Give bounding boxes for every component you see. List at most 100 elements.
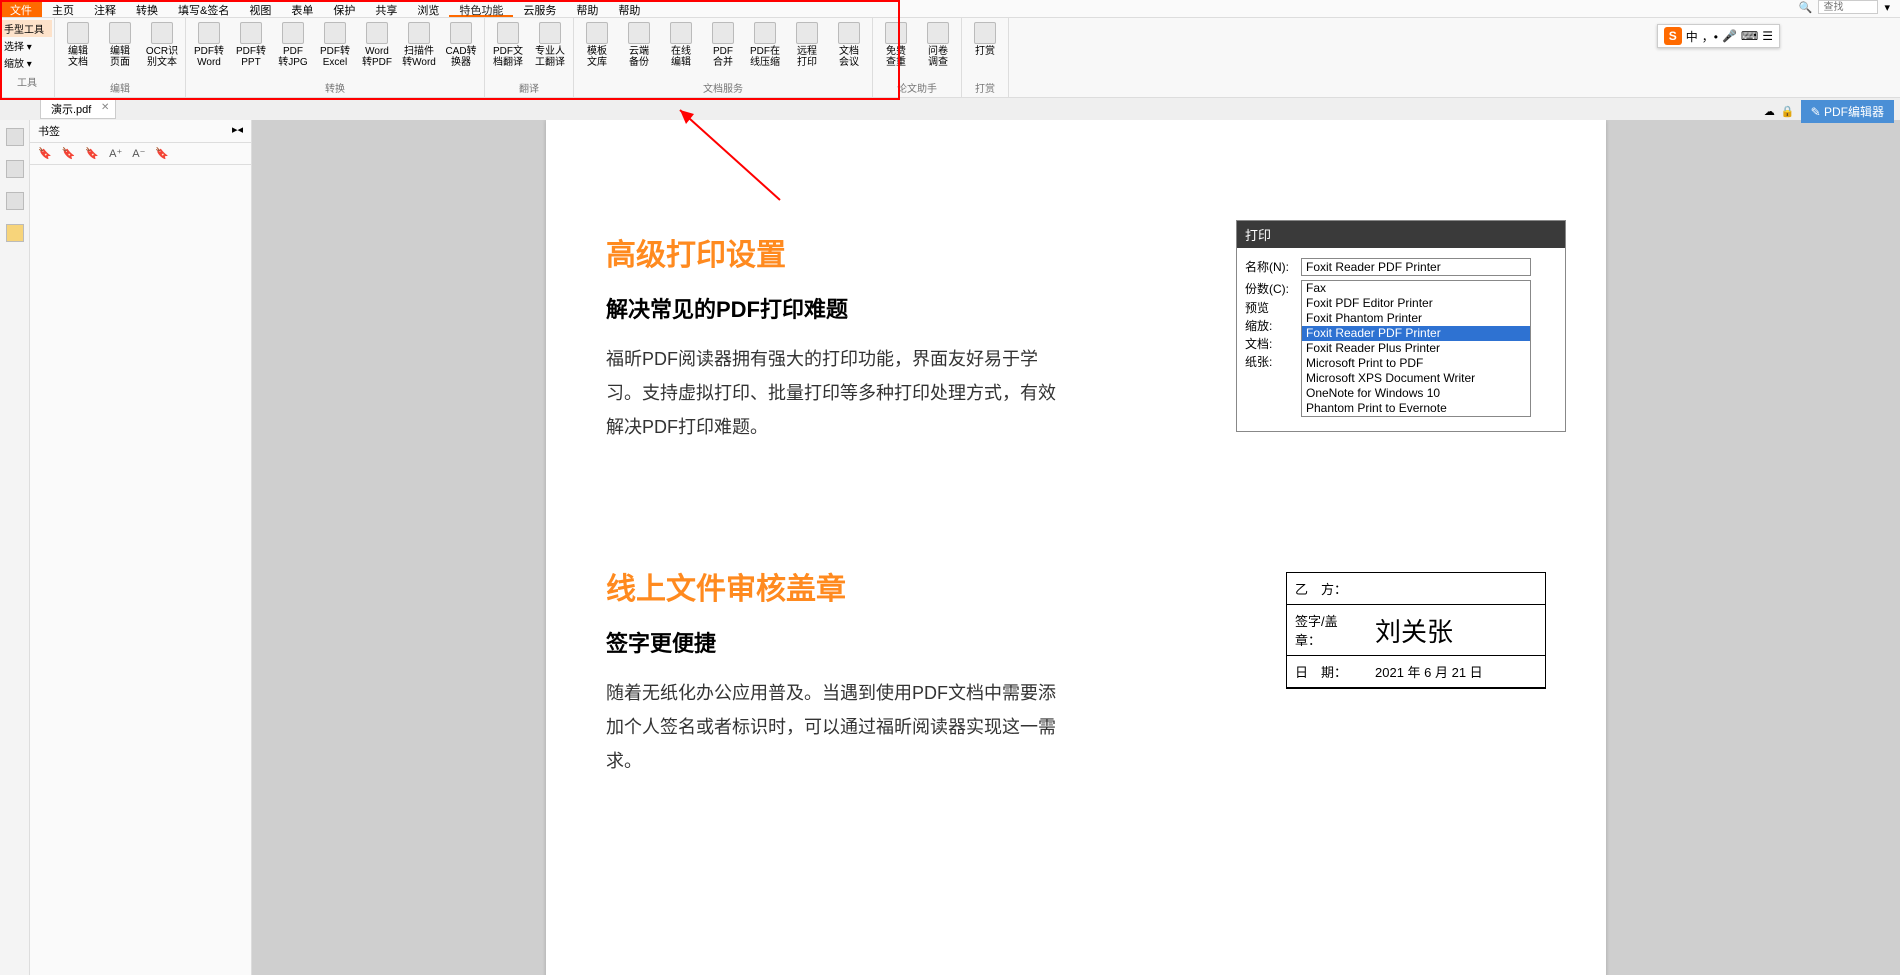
top-right-bar: ☁ 🔒 ✎ PDF编辑器 xyxy=(1764,100,1894,123)
ime-menu-icon[interactable]: ☰ xyxy=(1762,29,1773,43)
menu-share[interactable]: 共享 xyxy=(365,0,407,17)
tool-pdf2word[interactable]: PDF转 Word xyxy=(192,22,226,68)
tool-ocr[interactable]: OCR识 别文本 xyxy=(145,22,179,68)
bm-icon5[interactable]: A⁻ xyxy=(132,147,145,160)
menu-home[interactable]: 主页 xyxy=(42,0,84,17)
group-edit-label: 编辑 xyxy=(61,80,179,95)
tool-pdf-merge[interactable]: PDF 合并 xyxy=(706,22,740,68)
group-tip-label: 打赏 xyxy=(968,80,1002,95)
search-input[interactable] xyxy=(1818,0,1878,14)
menu-file[interactable]: 文件 xyxy=(0,0,42,17)
group-thesis-label: 论文助手 xyxy=(879,80,955,95)
merge-icon xyxy=(712,22,734,44)
human-translate-icon xyxy=(539,22,561,44)
bm-icon2[interactable]: 🔖 xyxy=(62,147,76,160)
print-copies-label: 份数(C): xyxy=(1245,280,1301,297)
menu-protect[interactable]: 保护 xyxy=(323,0,365,17)
tool-cad[interactable]: CAD转 换器 xyxy=(444,22,478,68)
ime-keyboard-icon[interactable]: ⌨ xyxy=(1741,29,1758,43)
online-edit-icon xyxy=(670,22,692,44)
translate-icon xyxy=(497,22,519,44)
tools-group-label: 工具 xyxy=(2,73,52,90)
ribbon-tools-group: 手型工具 选择 ▾ 缩放 ▾ 工具 xyxy=(0,18,55,97)
strip-clipboard-icon[interactable] xyxy=(6,192,24,210)
tab-close-icon[interactable]: ✕ xyxy=(101,102,109,113)
cloud-sync-icon[interactable]: ☁ xyxy=(1764,105,1775,118)
printer-opt: Foxit Reader Plus Printer xyxy=(1302,341,1530,356)
document-tab[interactable]: 演示.pdf ✕ xyxy=(40,99,116,119)
tool-human-translate[interactable]: 专业人 工翻译 xyxy=(533,22,567,68)
hand-tool[interactable]: 手型工具 xyxy=(2,20,52,37)
sign-date: 2021 年 6 月 21 日 xyxy=(1367,656,1545,688)
pdf2excel-icon xyxy=(324,22,346,44)
menu-view[interactable]: 视图 xyxy=(239,0,281,17)
select-tool[interactable]: 选择 ▾ xyxy=(2,37,52,54)
zoom-tool[interactable]: 缩放 ▾ xyxy=(2,54,52,71)
bm-icon4[interactable]: A⁺ xyxy=(109,147,122,160)
sign-party: 乙 方： xyxy=(1287,573,1545,605)
tool-pdf2excel[interactable]: PDF转 Excel xyxy=(318,22,352,68)
menu-help2[interactable]: 帮助 xyxy=(608,0,650,17)
menu-bar: 文件 主页 注释 转换 填写&签名 视图 表单 保护 共享 浏览 特色功能 云服… xyxy=(0,0,1900,18)
remote-print-icon xyxy=(796,22,818,44)
tool-pdf2ppt[interactable]: PDF转 PPT xyxy=(234,22,268,68)
strip-note-icon[interactable] xyxy=(6,224,24,242)
menu-fill[interactable]: 填写&签名 xyxy=(168,0,239,17)
printer-opt: Foxit Phantom Printer xyxy=(1302,311,1530,326)
strip-bookmark-icon[interactable] xyxy=(6,128,24,146)
menu-feature[interactable]: 特色功能 xyxy=(449,0,513,17)
ime-punct-icon[interactable]: ，• xyxy=(1702,28,1718,45)
bm-icon3[interactable]: 🔖 xyxy=(85,147,99,160)
tool-doc-translate[interactable]: PDF文 档翻译 xyxy=(491,22,525,68)
tool-doc-meeting[interactable]: 文档 会议 xyxy=(832,22,866,68)
meeting-icon xyxy=(838,22,860,44)
document-canvas[interactable]: 高级打印设置 解决常见的PDF打印难题 福昕PDF阅读器拥有强大的打印功能，界面… xyxy=(252,120,1900,975)
ime-mic-icon[interactable]: 🎤 xyxy=(1722,29,1737,43)
sogou-icon: S xyxy=(1664,27,1682,45)
tool-edit-page[interactable]: 编辑 页面 xyxy=(103,22,137,68)
lock-icon[interactable]: 🔒 xyxy=(1781,105,1795,118)
print-name-label: 名称(N): xyxy=(1245,258,1301,275)
pdf-editor-button[interactable]: ✎ PDF编辑器 xyxy=(1801,100,1894,123)
tool-plagiarism[interactable]: 免费 查重 xyxy=(879,22,913,68)
menu-form[interactable]: 表单 xyxy=(281,0,323,17)
print-doc-label: 文档: xyxy=(1245,335,1272,353)
tool-cloud-backup[interactable]: 云端 备份 xyxy=(622,22,656,68)
tool-pdf2jpg[interactable]: PDF 转JPG xyxy=(276,22,310,68)
printer-opt: Microsoft Print to PDF xyxy=(1302,356,1530,371)
group-convert-label: 转换 xyxy=(192,80,478,95)
bm-icon6[interactable]: 🔖 xyxy=(155,147,169,160)
compress-icon xyxy=(754,22,776,44)
menu-comment[interactable]: 注释 xyxy=(84,0,126,17)
ime-toolbar[interactable]: S 中 ，• 🎤 ⌨ ☰ xyxy=(1657,24,1780,48)
ime-lang[interactable]: 中 xyxy=(1686,28,1698,45)
strip-page-icon[interactable] xyxy=(6,160,24,178)
menu-browse[interactable]: 浏览 xyxy=(407,0,449,17)
tool-tip[interactable]: 打赏 xyxy=(968,22,1002,57)
cad-icon xyxy=(450,22,472,44)
tool-survey[interactable]: 问卷 调查 xyxy=(921,22,955,68)
bm-icon1[interactable]: 🔖 xyxy=(38,147,52,160)
printer-opt: Microsoft XPS Document Writer xyxy=(1302,371,1530,386)
pdf2ppt-icon xyxy=(240,22,262,44)
pdf2word-icon xyxy=(198,22,220,44)
sign-name: 刘关张 xyxy=(1367,605,1545,656)
tool-edit-doc[interactable]: 编辑 文档 xyxy=(61,22,95,68)
bookmark-panel: 书签 ▸◂ 🔖 🔖 🔖 A⁺ A⁻ 🔖 xyxy=(30,120,252,975)
sign-stamp-label: 签字/盖章： xyxy=(1287,605,1367,656)
panel-collapse-icon[interactable]: ▸◂ xyxy=(232,123,243,139)
group-translate-label: 翻译 xyxy=(491,80,567,95)
tool-online-edit[interactable]: 在线 编辑 xyxy=(664,22,698,68)
menu-convert[interactable]: 转换 xyxy=(126,0,168,17)
tool-template[interactable]: 模板 文库 xyxy=(580,22,614,68)
sign-date-label: 日 期： xyxy=(1287,656,1367,688)
tool-pdf-compress[interactable]: PDF在 线压缩 xyxy=(748,22,782,68)
tool-scan2word[interactable]: 扫描件 转Word xyxy=(402,22,436,68)
paragraph-print: 福昕PDF阅读器拥有强大的打印功能，界面友好易于学习。支持虚拟打印、批量打印等多… xyxy=(606,342,1066,444)
menu-caret-icon[interactable]: ▾ xyxy=(1884,1,1890,14)
tool-word2pdf[interactable]: Word 转PDF xyxy=(360,22,394,68)
menu-help[interactable]: 帮助 xyxy=(566,0,608,17)
scan2word-icon xyxy=(408,22,430,44)
tool-remote-print[interactable]: 远程 打印 xyxy=(790,22,824,68)
menu-cloud[interactable]: 云服务 xyxy=(513,0,566,17)
